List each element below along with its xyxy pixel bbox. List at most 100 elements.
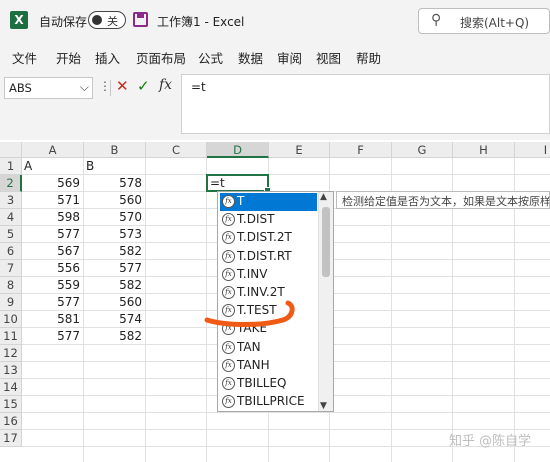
cell[interactable]: B (86, 158, 94, 175)
scrollbar-thumb[interactable] (322, 207, 330, 277)
cell[interactable]: 578 (84, 175, 142, 192)
tab-home[interactable]: 开始 (56, 48, 81, 67)
row-header-6[interactable]: 6 (0, 243, 22, 260)
column-header-b[interactable]: B (84, 142, 146, 158)
search-placeholder: 搜索(Alt+Q) (460, 16, 530, 30)
autocomplete-item[interactable]: fx T.DIST.RT (220, 248, 317, 266)
row-header-11[interactable]: 11 (0, 328, 22, 345)
chevron-down-icon[interactable]: ▼ (320, 401, 327, 411)
row-header-7[interactable]: 7 (0, 260, 22, 277)
annotation-underline (204, 300, 295, 328)
autocomplete-item[interactable]: fx T.INV (220, 266, 317, 284)
select-all-corner[interactable] (0, 142, 22, 158)
column-header-f[interactable]: F (330, 142, 392, 158)
autocomplete-item[interactable]: fx T.DIST (220, 211, 317, 229)
function-icon: fx (222, 213, 235, 227)
column-header-d[interactable]: D (207, 142, 269, 158)
name-box[interactable]: ABS ⌵ (4, 77, 93, 99)
autocomplete-item[interactable]: fx TBILLEQ (220, 375, 317, 393)
function-icon: fx (222, 267, 235, 281)
autocomplete-item[interactable]: fx T.DIST.2T (220, 229, 317, 247)
function-icon: fx (222, 231, 235, 245)
cell[interactable]: 560 (84, 294, 142, 311)
cell[interactable]: 577 (22, 294, 80, 311)
cell[interactable]: A (24, 158, 32, 175)
function-icon: fx (222, 358, 235, 372)
cell[interactable]: 582 (84, 277, 142, 294)
tab-page-layout[interactable]: 页面布局 (136, 48, 186, 67)
column-header-a[interactable]: A (22, 142, 84, 158)
autocomplete-item[interactable]: fx TAN (220, 339, 317, 357)
row-header-3[interactable]: 3 (0, 192, 22, 209)
row-header-1[interactable]: 1 (0, 158, 22, 175)
function-icon: fx (222, 249, 235, 263)
row-header-15[interactable]: 15 (0, 396, 22, 413)
row-header-16[interactable]: 16 (0, 413, 22, 430)
autocomplete-item[interactable]: fx TANH (220, 357, 317, 375)
search-box[interactable]: ⚲ 搜索(Alt+Q) (418, 8, 550, 34)
row-header-4[interactable]: 4 (0, 209, 22, 226)
autocomplete-item-label: T.INV (237, 266, 268, 281)
cell[interactable]: 560 (84, 192, 142, 209)
cell[interactable]: 581 (22, 311, 80, 328)
row-header-13[interactable]: 13 (0, 362, 22, 379)
cell[interactable]: 573 (84, 226, 142, 243)
tab-file[interactable]: 文件 (12, 48, 37, 67)
autocomplete-scrollbar[interactable]: ▲ ▼ (318, 192, 333, 411)
cell[interactable]: 567 (22, 243, 80, 260)
cell[interactable]: 582 (84, 243, 142, 260)
tab-data[interactable]: 数据 (238, 48, 263, 67)
row-header-2[interactable]: 2 (0, 175, 22, 192)
row-header-12[interactable]: 12 (0, 345, 22, 362)
formula-bar: ABS ⌵ ⋮ ✕ ✓ fx =t (0, 70, 550, 140)
function-icon: fx (222, 395, 235, 409)
cell[interactable]: 582 (84, 328, 142, 345)
toggle-knob-icon (92, 15, 102, 25)
tab-insert[interactable]: 插入 (95, 48, 120, 67)
insert-function-icon[interactable]: fx (159, 77, 172, 93)
tab-help[interactable]: 帮助 (356, 48, 381, 67)
cell[interactable]: 598 (22, 209, 80, 226)
column-header-e[interactable]: E (269, 142, 330, 158)
tab-formulas[interactable]: 公式 (198, 48, 223, 67)
row-header-14[interactable]: 14 (0, 379, 22, 396)
cell[interactable]: 574 (84, 311, 142, 328)
column-header-i[interactable]: I (515, 142, 550, 158)
autocomplete-item[interactable]: fx TBILLPRICE (220, 393, 317, 411)
column-header-h[interactable]: H (453, 142, 515, 158)
row-header-9[interactable]: 9 (0, 294, 22, 311)
autocomplete-item[interactable]: fx T (220, 193, 317, 211)
column-header-g[interactable]: G (392, 142, 453, 158)
cell[interactable]: 556 (22, 260, 80, 277)
tab-view[interactable]: 视图 (316, 48, 341, 67)
save-icon[interactable] (133, 12, 148, 27)
chevron-down-icon[interactable]: ⌵ (80, 80, 89, 95)
cell[interactable]: 577 (22, 226, 80, 243)
tab-review[interactable]: 审阅 (277, 48, 302, 67)
cell[interactable]: 569 (22, 175, 80, 192)
enter-icon[interactable]: ✓ (137, 77, 150, 95)
cancel-icon[interactable]: ✕ (116, 77, 129, 95)
cell[interactable]: 577 (22, 328, 80, 345)
autosave-toggle[interactable]: 关 (88, 11, 126, 29)
active-cell-value: =t (210, 176, 225, 190)
column-header-c[interactable]: C (146, 142, 207, 158)
cell[interactable]: 577 (84, 260, 142, 277)
autocomplete-item-label: T.DIST.RT (237, 248, 292, 263)
cell[interactable]: 559 (22, 277, 80, 294)
name-box-value: ABS (9, 81, 32, 95)
chevron-up-icon[interactable]: ▲ (320, 192, 327, 202)
excel-logo-icon: X (10, 11, 28, 29)
row-header-5[interactable]: 5 (0, 226, 22, 243)
document-title: 工作簿1 - Excel (157, 15, 245, 29)
autocomplete-item-label: T (237, 194, 245, 208)
cell[interactable]: 571 (22, 192, 80, 209)
row-header-17[interactable]: 17 (0, 430, 22, 447)
active-cell-d2[interactable]: =t (206, 174, 271, 194)
formula-input[interactable]: =t (181, 74, 550, 134)
function-tooltip: 检测给定值是否为文本，如果是文本按原样返 (336, 191, 550, 209)
autocomplete-item-label: TBILLEQ (237, 376, 287, 390)
cell[interactable]: 570 (84, 209, 142, 226)
row-header-10[interactable]: 10 (0, 311, 22, 328)
row-header-8[interactable]: 8 (0, 277, 22, 294)
